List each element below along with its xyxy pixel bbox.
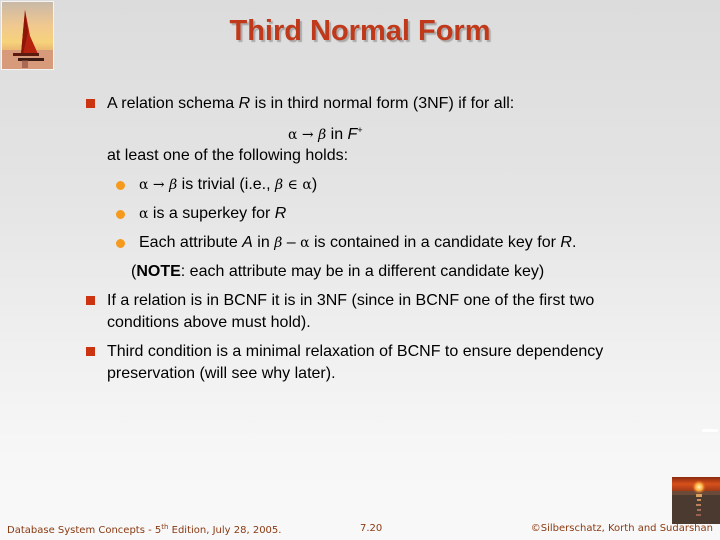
- slide-title: Third Normal Form: [229, 15, 491, 47]
- bullet-3-line-1: Third condition is a minimal relaxation …: [107, 343, 604, 360]
- text: Edition, July 28, 2005.: [168, 525, 282, 536]
- text: is in third normal form (3NF) if for all…: [250, 95, 515, 112]
- text: : each attribute may be in a different c…: [180, 263, 545, 280]
- subitem-3-text: Each attribute A in β – α is contained i…: [139, 234, 576, 252]
- subitem-2-text: α is a superkey for R: [139, 205, 286, 223]
- bullet-1-text: A relation schema R is in third normal f…: [107, 95, 514, 113]
- square-bullet-icon: [86, 296, 95, 305]
- text: in: [326, 126, 348, 143]
- alpha-symbol: α: [300, 235, 310, 251]
- text: is contained in a candidate key for: [309, 234, 561, 251]
- text: is a superkey for: [148, 205, 275, 222]
- note-label: NOTE: [136, 263, 181, 280]
- bullet-1-continuation: at least one of the following holds:: [107, 147, 349, 164]
- alpha-symbol: α: [139, 177, 149, 193]
- dot-bullet-icon: [116, 181, 125, 190]
- var-a: A: [242, 234, 253, 251]
- subitem-1-text: α → β is trivial (i.e., β ∈ α): [139, 176, 317, 194]
- set-f: F: [347, 126, 358, 143]
- text: A relation schema: [107, 95, 239, 112]
- footer-copyright: ©Silberschatz, Korth and Sudarshan: [530, 523, 713, 534]
- var-r: R: [274, 205, 287, 222]
- beta-symbol: β: [318, 127, 327, 143]
- sunset-image: [672, 477, 720, 524]
- formula-fd-in-f-plus: α → β in F+: [288, 125, 363, 144]
- bullet-2-line-2: conditions above must hold).: [107, 314, 311, 331]
- footer-page-number: 7.20: [360, 523, 383, 534]
- element-of-symbol: ∈: [287, 177, 298, 193]
- dot-bullet-icon: [116, 210, 125, 219]
- text: Database System Concepts - 5: [7, 525, 162, 536]
- arrow-symbol: →: [301, 127, 314, 143]
- decorative-mark: [702, 429, 718, 432]
- beta-symbol: β: [275, 177, 284, 193]
- text: .: [571, 234, 577, 251]
- text: in: [252, 234, 275, 251]
- alpha-symbol: α: [302, 177, 312, 193]
- note-text: (NOTE: each attribute may be in a differ…: [131, 263, 544, 281]
- minus-symbol: –: [282, 234, 301, 251]
- footer-book-title: Database System Concepts - 5th Edition, …: [7, 523, 281, 536]
- beta-symbol: β: [169, 177, 178, 193]
- closure-sup: +: [357, 125, 363, 135]
- dot-bullet-icon: [116, 239, 125, 248]
- alpha-symbol: α: [288, 127, 298, 143]
- var-r: R: [238, 95, 251, 112]
- var-r: R: [560, 234, 572, 251]
- square-bullet-icon: [86, 99, 95, 108]
- bullet-2-line-1: If a relation is in BCNF it is in 3NF (s…: [107, 292, 595, 309]
- text: is trivial (i.e.,: [177, 176, 275, 193]
- square-bullet-icon: [86, 347, 95, 356]
- text: ): [311, 176, 318, 193]
- arrow-symbol: →: [152, 177, 165, 193]
- text: Each attribute: [139, 234, 243, 251]
- bullet-3-line-2: preservation (will see why later).: [107, 365, 336, 382]
